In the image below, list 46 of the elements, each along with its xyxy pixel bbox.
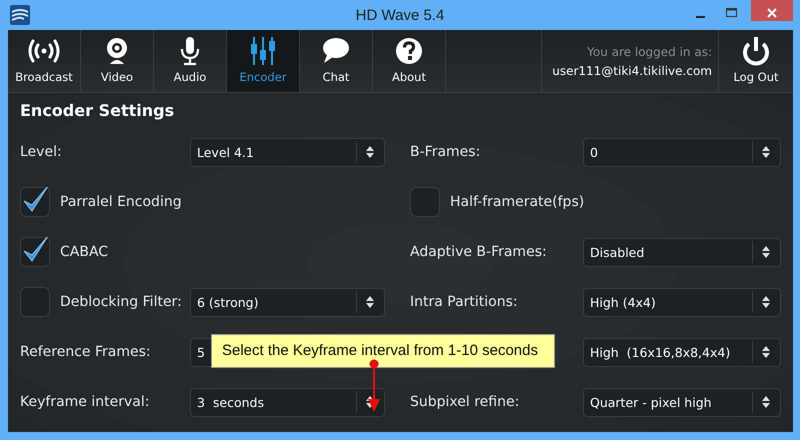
- field-label: Intra Partitions:: [410, 294, 519, 310]
- up-down-arrows-icon: [761, 395, 771, 409]
- dropdown[interactable]: Quarter - pixel high: [583, 388, 781, 416]
- dropdown[interactable]: High (16x16,8x8,4x4): [583, 338, 781, 366]
- section-heading: Encoder Settings: [20, 101, 176, 122]
- up-down-arrows-icon: [365, 145, 375, 159]
- logout-button[interactable]: Log Out: [718, 30, 793, 92]
- dropdown[interactable]: 3 seconds: [190, 388, 385, 416]
- nav-tab[interactable]: Chat: [300, 30, 373, 92]
- checkbox-label: CABAC: [60, 244, 108, 260]
- field-label: Subpixel refine:: [410, 394, 520, 410]
- login-caption: You are logged in as:: [587, 44, 712, 58]
- up-down-arrows-icon: [761, 295, 771, 309]
- nav-tab[interactable]: Broadcast: [8, 30, 81, 92]
- dropdown[interactable]: Level 4.1: [190, 138, 385, 166]
- up-down-arrows-icon: [365, 395, 375, 409]
- nav-tab[interactable]: About: [373, 30, 446, 92]
- field-label: B-Frames:: [410, 144, 482, 160]
- user-email: user111@tiki4.tikilive.com: [552, 64, 712, 78]
- tooltip: Select the Keyframe interval from 1-10 seconds: [211, 334, 555, 368]
- checkbox-label: Parralel Encoding: [60, 194, 182, 210]
- dropdown[interactable]: 6 (strong): [190, 288, 385, 316]
- close-icon: [766, 6, 778, 18]
- close-button[interactable]: [751, 0, 793, 21]
- checkbox[interactable]: [20, 237, 50, 267]
- field-label: Adaptive B-Frames:: [410, 244, 548, 260]
- up-down-arrows-icon: [761, 245, 771, 259]
- nav-tab[interactable]: Video: [81, 30, 154, 92]
- nav-tab[interactable]: Encoder: [227, 30, 300, 92]
- up-down-arrows-icon: [761, 145, 771, 159]
- dropdown[interactable]: High (4x4): [583, 288, 781, 316]
- app-logo-icon: [10, 5, 30, 25]
- window-title: HD Wave 5.4: [356, 6, 444, 24]
- field-label: Reference Frames:: [20, 344, 152, 360]
- checkbox-label: Deblocking Filter:: [60, 294, 183, 310]
- dropdown[interactable]: 0: [583, 138, 781, 166]
- checkbox-label: Half-framerate(fps): [450, 194, 584, 210]
- field-label: Keyframe interval:: [20, 394, 150, 410]
- checkbox[interactable]: [410, 187, 440, 217]
- dropdown[interactable]: Disabled: [583, 238, 781, 266]
- field-label: Level:: [20, 144, 63, 160]
- checkbox[interactable]: [20, 287, 50, 317]
- pointer-arrow: [367, 359, 381, 413]
- up-down-arrows-icon: [365, 295, 375, 309]
- up-down-arrows-icon: [761, 345, 771, 359]
- checkbox[interactable]: [20, 187, 50, 217]
